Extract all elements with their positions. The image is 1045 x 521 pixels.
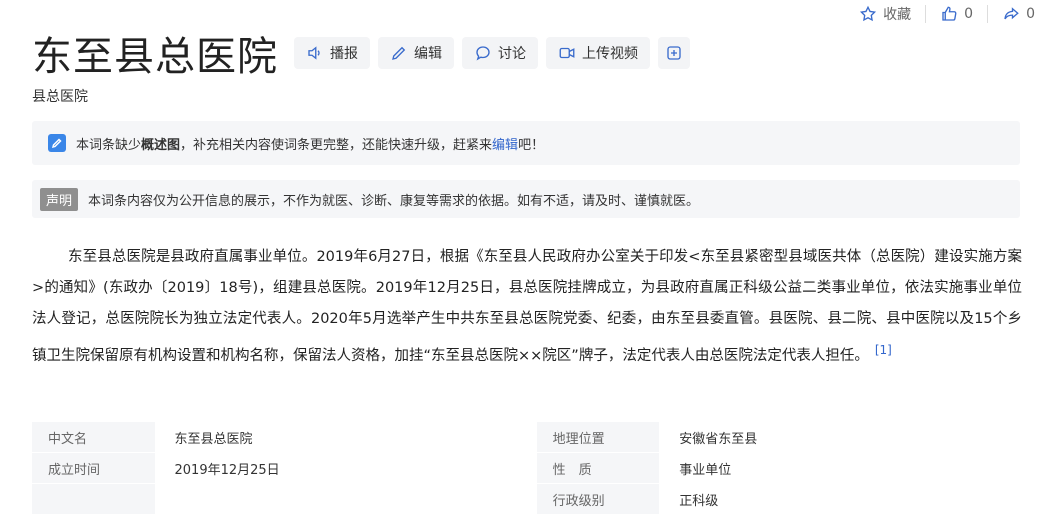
like-count: 0 (964, 6, 974, 22)
collect-label: 收藏 (883, 7, 912, 23)
plus-square-icon (665, 44, 683, 62)
info-key: 中文名 (32, 422, 155, 452)
title-row: 东至县总医院 播报 编辑 讨论 上传视频 (32, 24, 690, 82)
subtitle: 县总医院 (32, 89, 88, 105)
share-icon (1002, 5, 1020, 23)
reference-link[interactable]: [1] (875, 343, 892, 357)
paragraph-part2: ，法定代表人由总医院法定代表人担任。 (607, 347, 869, 364)
notice1-bold: 概述图 (141, 137, 181, 153)
chat-bubble-icon (474, 44, 492, 62)
upload-video-button[interactable]: 上传视频 (546, 37, 650, 69)
info-row: 中文名 东至县总医院 地理位置 安徽省东至县 (32, 422, 1022, 452)
video-camera-icon (558, 44, 576, 62)
edit-label: 编辑 (414, 46, 442, 62)
missing-image-notice: 本词条缺少 概述图 ，补充相关内容使词条更完整，还能快速升级，赶紧来 编辑 吧！ (32, 121, 1020, 165)
info-key: 行政级别 (536, 484, 660, 514)
info-row: 行政级别 正科级 (32, 483, 1022, 514)
discuss-label: 讨论 (498, 46, 526, 62)
page-title: 东至县总医院 (32, 34, 278, 80)
share-count: 0 (1026, 6, 1035, 22)
discuss-button[interactable]: 讨论 (462, 37, 538, 69)
speaker-icon (306, 44, 324, 62)
share-button[interactable]: 0 (1002, 5, 1035, 23)
info-key: 地理位置 (536, 422, 660, 452)
info-value: 东至县总医院 (174, 431, 253, 447)
info-key (32, 484, 155, 514)
notice1-middle: ，补充相关内容使词条更完整，还能快速升级，赶紧来 (180, 137, 493, 153)
info-value: 2019年12月25日 (174, 462, 280, 478)
disclaimer-text: 本词条内容仅为公开信息的展示，不作为就医、诊断、康复等需求的依据。如有不适，请及… (88, 193, 700, 209)
disclaimer-tag: 声明 (40, 187, 79, 211)
collect-button[interactable]: 收藏 (859, 4, 911, 24)
info-value: 事业单位 (679, 462, 732, 478)
info-row: 成立时间 2019年12月25日 性 质 事业单位 (32, 452, 1022, 483)
star-icon (859, 5, 877, 23)
info-table: 中文名 东至县总医院 地理位置 安徽省东至县 成立时间 2019年12月25日 … (32, 422, 1022, 514)
thumb-up-icon (940, 5, 958, 23)
info-key: 成立时间 (32, 453, 155, 483)
info-value: 正科级 (679, 493, 719, 509)
top-actions: 收藏 0 0 (859, 4, 1035, 24)
notice1-edit-link[interactable]: 编辑 (492, 134, 518, 153)
edit-pencil-icon (48, 134, 66, 152)
broadcast-button[interactable]: 播报 (294, 37, 370, 69)
pencil-icon (390, 44, 408, 62)
edit-button[interactable]: 编辑 (378, 37, 454, 69)
add-button[interactable] (658, 37, 690, 69)
summary-paragraph: 东至县总医院是县政府直属事业单位。2019年6月27日，根据《东至县人民政府办公… (32, 242, 1022, 372)
disclaimer-notice: 声明 本词条内容仅为公开信息的展示，不作为就医、诊断、康复等需求的依据。如有不适… (32, 180, 1020, 218)
info-key: 性 质 (536, 453, 660, 483)
notice1-suffix: 吧！ (518, 137, 545, 153)
info-value (155, 484, 518, 514)
upload-video-label: 上传视频 (582, 46, 638, 62)
like-button[interactable]: 0 (940, 5, 973, 23)
info-value: 安徽省东至县 (679, 431, 758, 447)
notice1-prefix: 本词条缺少 (76, 137, 142, 153)
broadcast-label: 播报 (330, 46, 358, 62)
title-actions: 播报 编辑 讨论 上传视频 (294, 37, 690, 69)
